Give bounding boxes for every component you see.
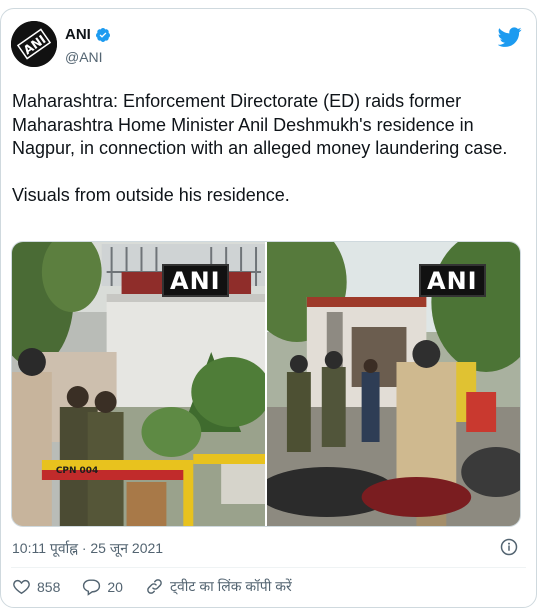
ani-watermark-left: ANI <box>162 264 229 297</box>
verified-badge-icon <box>95 27 110 42</box>
avatar[interactable]: ANI <box>11 21 57 67</box>
media-photo-left[interactable]: CPN 004 ANI <box>12 242 265 526</box>
tweet-text: Maharashtra: Enforcement Directorate (ED… <box>12 90 527 208</box>
tweet-paragraph: Visuals from outside his residence. <box>12 185 290 205</box>
copy-link-label: ट्वीट का लिंक कॉपी करें <box>169 578 292 594</box>
twitter-bird-icon[interactable] <box>498 25 522 49</box>
like-count: 858 <box>37 578 61 595</box>
reply-count: 20 <box>107 578 123 595</box>
reply-button[interactable]: 20 <box>82 577 123 596</box>
author-name[interactable]: ANI <box>65 26 91 43</box>
divider <box>11 567 526 568</box>
tweet-timestamp[interactable]: 10:11 पूर्वाह्न · 25 जून 2021 <box>12 539 163 558</box>
info-icon[interactable] <box>500 538 518 556</box>
tweet-actions: 858 20 ट्वीट का लिंक कॉपी करें <box>12 577 314 596</box>
tweet-card[interactable]: ANI ANI @ANI Maharashtra: Enforcement Di… <box>0 8 537 608</box>
author-name-line[interactable]: ANI <box>65 26 111 43</box>
like-button[interactable]: 858 <box>12 577 60 596</box>
tweet-media[interactable]: CPN 004 ANI ANI <box>11 241 521 527</box>
copy-link-button[interactable]: ट्वीट का लिंक कॉपी करें <box>145 577 292 596</box>
ani-watermark-right: ANI <box>419 264 486 297</box>
media-photo-right[interactable]: ANI <box>267 242 520 526</box>
ani-logo: ANI <box>11 21 57 67</box>
speech-bubble-icon <box>83 579 101 596</box>
link-icon <box>147 579 162 594</box>
author-handle[interactable]: @ANI <box>65 49 103 65</box>
heart-icon <box>13 579 30 595</box>
tweet-paragraph: Maharashtra: Enforcement Directorate (ED… <box>12 91 508 158</box>
barrier-sign-text: CPN 004 <box>56 466 98 476</box>
